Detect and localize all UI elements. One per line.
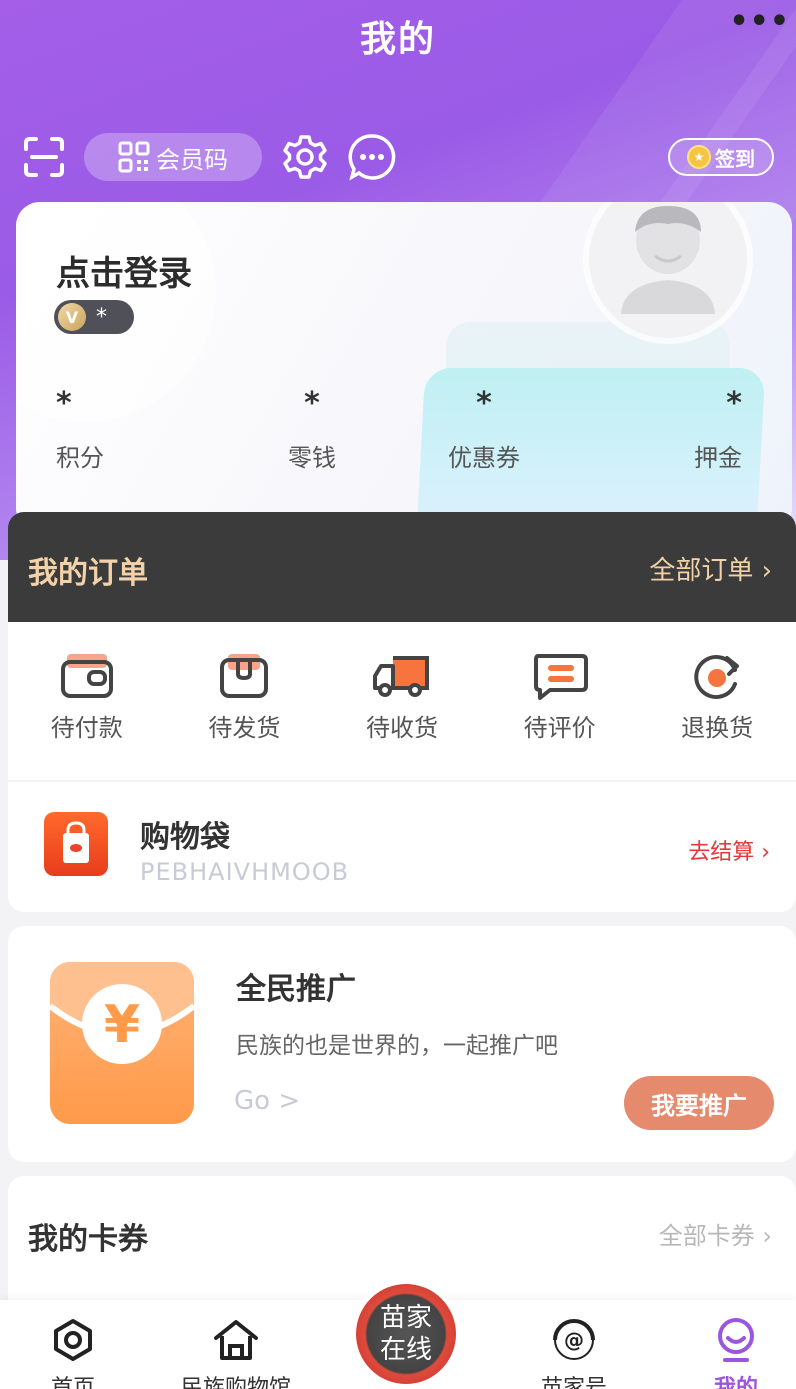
shopping-bag-code: PEBHAIVHMOOB [140,858,350,886]
promotion-card: ¥ 全民推广 民族的也是世界的，一起推广吧 Go > 我要推广 [8,926,796,1162]
stat-label: 零钱 [288,444,336,472]
tab-label: 民族购物馆 [180,1376,291,1389]
login-link[interactable]: 点击登录 [56,246,192,295]
order-status-label: 待评价 [523,714,596,742]
tab-mine[interactable]: 我的 [706,1318,766,1389]
home-icon [54,1319,92,1361]
signin-button[interactable]: ★ 签到 [668,138,774,176]
tab-label: 苗家号 [540,1376,607,1389]
header-toolbar: 会员码 [22,132,396,182]
red-envelope-icon: ¥ [50,962,194,1124]
order-pending-review[interactable]: 待评价 [490,652,630,743]
order-status-label: 待发货 [208,714,281,742]
promote-button[interactable]: 我要推广 [624,1076,774,1130]
vip-level-badge: V * [54,300,134,334]
tab-home[interactable]: 首页 [42,1318,104,1389]
stat-value: * [56,386,72,421]
stat-value: * [476,386,492,421]
stat-label: 押金 [694,444,742,472]
wallet-icon [60,654,113,698]
tab-label: 首页 [50,1376,95,1389]
gear-icon[interactable] [282,134,328,180]
message-icon[interactable] [348,133,396,181]
at-sign-icon: @ [553,1319,595,1360]
truck-icon [372,656,429,697]
user-icon [718,1318,754,1362]
scan-icon[interactable] [22,135,66,179]
profile-card[interactable]: 点击登录 V * * 积分 * 零钱 * 优惠券 * 押金 [16,202,792,532]
bottom-tab-bar: 首页 民族购物馆 苗家 在线 @ 苗家号 我的 [0,1280,796,1389]
comment-icon [533,654,588,700]
coin-icon: ★ [687,145,711,169]
order-pending-receipt[interactable]: 待收货 [332,652,472,743]
center-line-1: 苗家 [379,1303,432,1333]
orders-title: 我的订单 [28,556,148,591]
member-code-button[interactable]: 会员码 [84,133,262,181]
stat-value: * [304,386,320,421]
order-status-label: 待收货 [365,714,438,742]
vip-level-value: * [96,304,107,330]
shopping-bag-card[interactable]: 购物袋 PEBHAIVHMOOB 去结算 › [8,782,796,912]
promotion-go-link[interactable]: Go > [234,1086,300,1116]
shopping-bag-icon [44,812,108,876]
tab-miao-online[interactable]: 苗家 在线 [352,1280,460,1388]
svg-text:@: @ [564,1328,584,1352]
orders-status-row: 待付款 待发货 待收货 待评价 退换货 [8,622,796,780]
order-status-label: 待付款 [50,714,123,742]
stat-change[interactable]: * 零钱 [288,386,336,473]
page-title: 我的 [359,19,436,60]
store-icon [214,1320,258,1360]
more-menu-icon[interactable]: ••• [729,4,790,39]
vip-icon: V [58,303,86,331]
coupons-title: 我的卡券 [28,1222,148,1257]
order-returns[interactable]: 退换货 [647,652,787,743]
orders-header: 我的订单 全部订单 › [8,512,796,622]
order-status-label: 退换货 [681,714,754,742]
refresh-icon [694,655,740,699]
avatar[interactable] [589,202,747,338]
miao-online-badge: 苗家 在线 [356,1284,456,1384]
member-code-label: 会员码 [156,145,228,174]
svg-text:¥: ¥ [104,995,140,1055]
order-pending-payment[interactable]: 待付款 [17,652,157,743]
tab-miao-account[interactable]: @ 苗家号 [536,1318,612,1389]
stat-points[interactable]: * 积分 [56,386,104,473]
default-avatar-icon [589,202,747,338]
package-icon [220,654,269,698]
order-pending-shipment[interactable]: 待发货 [174,652,314,743]
signin-label: 签到 [715,146,755,171]
stat-label: 积分 [56,444,104,472]
shopping-bag-title: 购物袋 [140,820,230,855]
checkout-link[interactable]: 去结算 › [688,834,770,866]
all-coupons-link[interactable]: 全部卡券 › [659,1216,772,1251]
tab-ethnic-mall[interactable]: 民族购物馆 [176,1318,296,1389]
promotion-subtitle: 民族的也是世界的，一起推广吧 [236,1033,558,1059]
stat-deposit[interactable]: * 押金 [694,386,742,473]
qr-code-icon [118,141,150,173]
stat-coupons[interactable]: * 优惠券 [448,386,520,473]
center-line-2: 在线 [379,1335,432,1365]
promotion-title: 全民推广 [236,972,356,1007]
tab-label: 我的 [713,1376,758,1389]
all-orders-link[interactable]: 全部订单 › [649,550,772,587]
stat-value: * [726,386,742,421]
stat-label: 优惠券 [448,444,520,472]
